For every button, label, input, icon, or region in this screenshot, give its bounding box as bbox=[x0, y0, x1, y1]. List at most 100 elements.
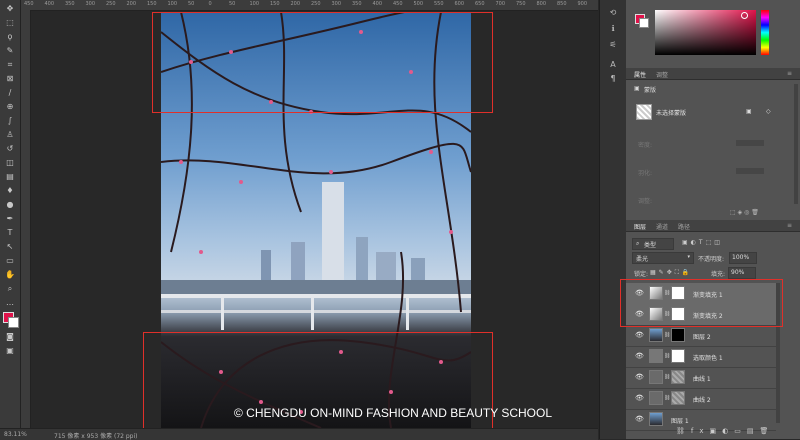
ruler-tick-label: 550 bbox=[434, 1, 444, 7]
ruler-tick-label: 350 bbox=[352, 1, 362, 7]
layer-kind-select[interactable]: ⌕ 类型 bbox=[632, 238, 674, 250]
ruler-tick-label: 100 bbox=[249, 1, 260, 7]
lock-icons[interactable]: ▦✎✥⛶🔒 bbox=[650, 269, 692, 277]
layer-name[interactable]: 曲线 1 bbox=[693, 374, 711, 383]
panel-menu-icon[interactable]: ≡ bbox=[787, 222, 792, 229]
paragraph-panel-icon[interactable]: ¶ bbox=[608, 74, 618, 84]
feather-field[interactable] bbox=[736, 168, 764, 174]
tab-properties[interactable]: 属性 bbox=[634, 70, 646, 79]
background-color-swatch[interactable] bbox=[8, 317, 19, 328]
quick-mask-icon[interactable]: ◙ bbox=[4, 332, 16, 342]
tower-building bbox=[322, 182, 344, 282]
visibility-eye-icon[interactable]: 👁 bbox=[635, 331, 644, 339]
density-field[interactable] bbox=[736, 140, 764, 146]
layer-row[interactable]: 👁 ⛓ 图层 2 bbox=[626, 325, 776, 347]
ruler-tick-label: 50 bbox=[188, 1, 195, 7]
refine-label: 调整: bbox=[638, 198, 653, 205]
tab-channels[interactable]: 通道 bbox=[656, 222, 668, 231]
zoom-level[interactable]: 83.11% bbox=[4, 431, 27, 438]
frame-icon[interactable]: ⊠ bbox=[4, 74, 16, 84]
dodge-icon[interactable]: ● bbox=[4, 200, 16, 210]
healing-icon[interactable]: ⊕ bbox=[4, 102, 16, 112]
blend-mode-select[interactable]: 柔光 ▾ bbox=[632, 252, 694, 264]
railing-post bbox=[311, 294, 314, 330]
hue-slider[interactable] bbox=[761, 10, 769, 55]
density-label: 密度: bbox=[638, 142, 653, 149]
zoom-icon[interactable]: ⌕ bbox=[4, 284, 16, 294]
layer-row[interactable]: 👁 ⛓ 曲线 1 bbox=[626, 367, 776, 389]
layer-mask-thumbnail[interactable] bbox=[671, 328, 685, 342]
visibility-eye-icon[interactable]: 👁 bbox=[635, 415, 644, 423]
gradient-icon[interactable]: ▤ bbox=[4, 172, 16, 182]
layer-mask-thumbnail[interactable] bbox=[671, 349, 685, 363]
layers-footer-icons[interactable]: ⛓fx▣◐▭▤🗑 bbox=[676, 427, 774, 435]
hand-icon[interactable]: ✋ bbox=[4, 270, 16, 280]
properties-footer-icons[interactable]: ⬚ ◈ ◎ 🗑 bbox=[730, 209, 759, 216]
fill-value: 90% bbox=[731, 269, 745, 276]
stamp-icon[interactable]: ♙ bbox=[4, 130, 16, 140]
layer-name[interactable]: 图层 1 bbox=[671, 416, 689, 425]
chevron-down-icon: ▾ bbox=[687, 254, 690, 260]
properties-panel-icon[interactable]: ℹ bbox=[608, 24, 618, 34]
history-brush-icon[interactable]: ↺ bbox=[4, 144, 16, 154]
ruler-tick-label: 200 bbox=[126, 1, 137, 7]
layer-row[interactable]: 👁 ⛓ 选取颜色 1 bbox=[626, 346, 776, 368]
layer-name[interactable]: 曲线 2 bbox=[693, 395, 711, 404]
ruler-tick-label: 200 bbox=[290, 1, 301, 7]
shape-icon[interactable]: ▭ bbox=[4, 256, 16, 266]
screen-mode-icon[interactable]: ▣ bbox=[4, 346, 16, 356]
fill-field[interactable]: 90% bbox=[728, 267, 756, 279]
tab-layers[interactable]: 图层 bbox=[634, 222, 646, 231]
visibility-eye-icon[interactable]: 👁 bbox=[635, 394, 644, 402]
tab-paths[interactable]: 路径 bbox=[678, 222, 690, 231]
layers-tabbar: 图层 通道 路径 ≡ bbox=[626, 220, 800, 232]
brush-icon[interactable]: ∫ bbox=[4, 116, 16, 126]
ruler-tick-label: 300 bbox=[331, 1, 342, 7]
mask-thumbnail[interactable] bbox=[636, 104, 652, 120]
railing-post bbox=[406, 294, 409, 330]
move-icon[interactable]: ✥ bbox=[4, 4, 16, 14]
tab-adjustments[interactable]: 调整 bbox=[656, 70, 668, 79]
adjust-panel-icon[interactable]: ⚟ bbox=[608, 40, 618, 50]
panel-menu-icon[interactable]: ≡ bbox=[787, 70, 792, 77]
mask-section-icon: ▣ bbox=[634, 85, 640, 92]
marquee-icon[interactable]: ⬚ bbox=[4, 18, 16, 28]
quick-select-icon[interactable]: ✎ bbox=[4, 46, 16, 56]
layer-mask-thumbnail[interactable] bbox=[671, 370, 685, 384]
right-panels: 属性 调整 ≡ ▣ 蒙版 未选择蒙版 ▣ ◇ 密度: 羽化: 调整: ⬚ ◈ ◎… bbox=[626, 0, 800, 439]
pixel-mask-icon[interactable]: ▣ bbox=[746, 108, 752, 115]
eyedropper-icon[interactable]: ∕ bbox=[4, 88, 16, 98]
more-icon[interactable]: … bbox=[4, 298, 16, 308]
opacity-field[interactable]: 100% bbox=[729, 252, 757, 264]
layer-mask-thumbnail[interactable] bbox=[671, 391, 685, 405]
properties-scrollbar[interactable] bbox=[794, 84, 798, 204]
lasso-icon[interactable]: ϙ bbox=[4, 32, 16, 42]
character-panel-icon[interactable]: A bbox=[608, 60, 618, 70]
color-background-swatch[interactable] bbox=[639, 18, 649, 28]
layer-row[interactable]: 👁 ⛓ 曲线 2 bbox=[626, 388, 776, 410]
vector-mask-icon[interactable]: ◇ bbox=[766, 108, 771, 115]
selective-color-adjustment-icon bbox=[649, 349, 663, 363]
color-picker-ring[interactable] bbox=[741, 12, 748, 19]
visibility-eye-icon[interactable]: 👁 bbox=[635, 352, 644, 360]
history-panel-icon[interactable]: ⟲ bbox=[608, 8, 618, 18]
ruler-tick-label: 250 bbox=[311, 1, 321, 7]
layer-name[interactable]: 图层 2 bbox=[693, 332, 711, 341]
ruler-tick-label: 500 bbox=[413, 1, 424, 7]
pen-icon[interactable]: ✒ bbox=[4, 214, 16, 224]
layer-filter-icons[interactable]: ▣◐T⬚◫ bbox=[682, 239, 723, 246]
crop-icon[interactable]: ⌗ bbox=[4, 60, 16, 70]
link-icon: ⛓ bbox=[664, 332, 671, 338]
ruler-tick-label: 850 bbox=[557, 1, 567, 7]
blur-icon[interactable]: ♦ bbox=[4, 186, 16, 196]
building bbox=[261, 250, 271, 282]
ruler-tick-label: 700 bbox=[495, 1, 506, 7]
layer-name[interactable]: 选取颜色 1 bbox=[693, 353, 723, 362]
building bbox=[411, 258, 425, 282]
curves-adjustment-icon bbox=[649, 391, 663, 405]
type-icon[interactable]: T bbox=[4, 228, 16, 238]
eraser-icon[interactable]: ◫ bbox=[4, 158, 16, 168]
path-select-icon[interactable]: ↖ bbox=[4, 242, 16, 252]
properties-panel: 属性 调整 ≡ ▣ 蒙版 未选择蒙版 ▣ ◇ 密度: 羽化: 调整: ⬚ ◈ ◎… bbox=[626, 68, 800, 220]
visibility-eye-icon[interactable]: 👁 bbox=[635, 373, 644, 381]
